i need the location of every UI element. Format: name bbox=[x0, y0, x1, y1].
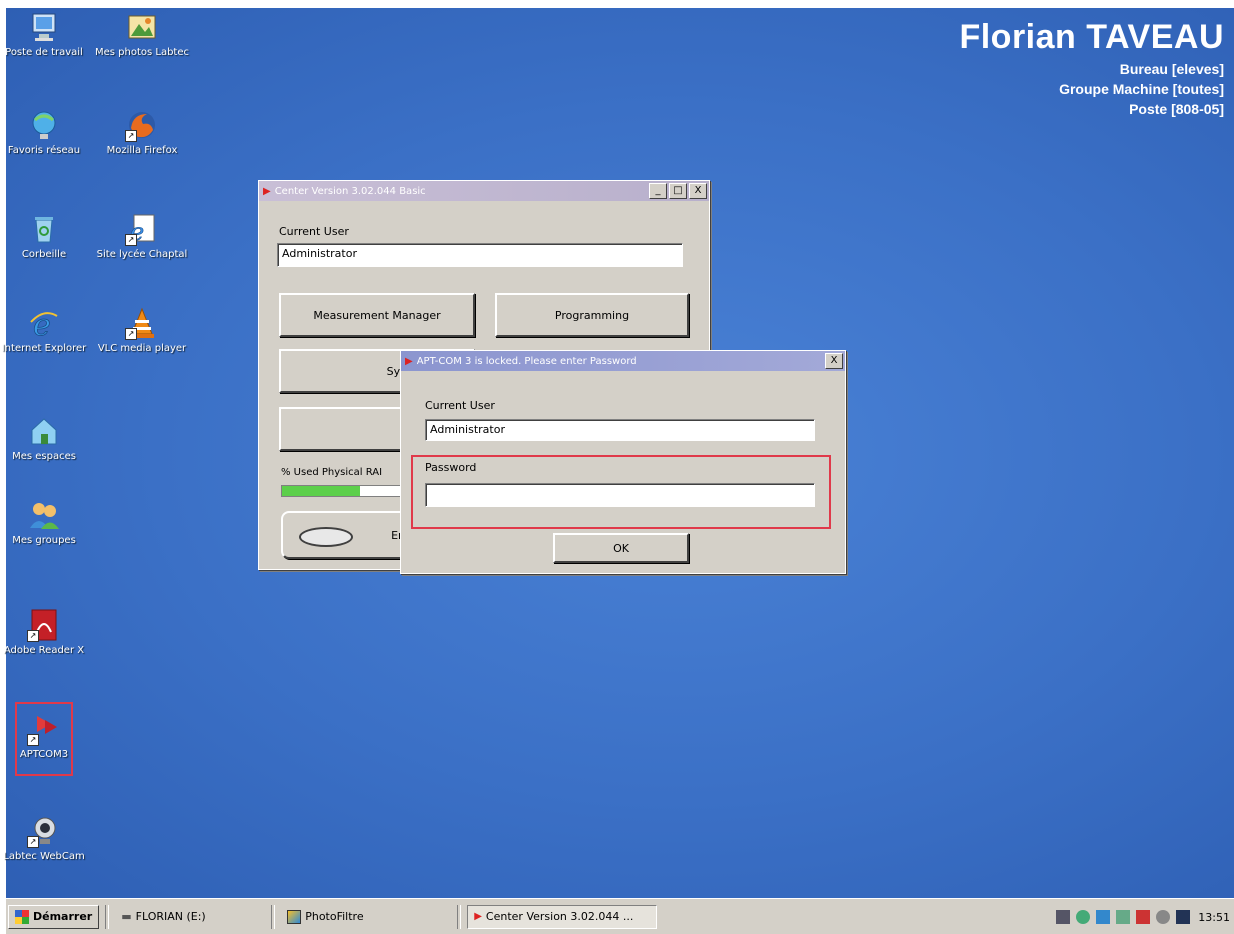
desktop-icon-label: Internet Explorer bbox=[1, 343, 87, 354]
main-window-title: Center Version 3.02.044 Basic bbox=[274, 185, 426, 197]
task-center-version[interactable]: ▶ Center Version 3.02.044 ... bbox=[467, 904, 658, 929]
main-window-titlebar[interactable]: ▶ Center Version 3.02.044 Basic _ □ X bbox=[259, 181, 709, 201]
password-dialog-title: APT-COM 3 is locked. Please enter Passwo… bbox=[416, 355, 637, 367]
bureau-label: Bureau [eleves] bbox=[1119, 61, 1224, 77]
desktop-icon-label: Mes espaces bbox=[12, 451, 76, 462]
network-icon bbox=[27, 108, 61, 142]
desktop-icon-site-lycee-chaptal[interactable]: e ↗ Site lycée Chaptal bbox=[92, 212, 192, 261]
app-logo-icon: ▶ bbox=[405, 355, 413, 367]
user-name: Florian TAVEAU bbox=[959, 18, 1224, 56]
desktop-icon-label: Labtec WebCam bbox=[3, 851, 85, 862]
tray-users-icon[interactable] bbox=[1076, 910, 1091, 924]
taskbar: Démarrer ▬ FLORIAN (E:) PhotoFiltre ▶ Ce… bbox=[6, 898, 1234, 934]
home-folder-icon bbox=[27, 414, 61, 448]
aptcom-icon: ↗ bbox=[27, 712, 61, 746]
clock: 13:51 bbox=[1198, 910, 1230, 924]
firefox-icon: ↗ bbox=[125, 108, 159, 142]
desktop-icon-favoris-reseau[interactable]: Favoris réseau bbox=[0, 108, 94, 157]
password-input[interactable] bbox=[425, 483, 815, 507]
start-button[interactable]: Démarrer bbox=[8, 904, 100, 929]
ram-usage-bar bbox=[281, 485, 413, 497]
programming-button[interactable]: Programming bbox=[495, 293, 689, 337]
windows-logo-icon bbox=[15, 909, 29, 924]
desktop-icon-label: APTCOM3 bbox=[19, 749, 69, 760]
ok-button[interactable]: OK bbox=[553, 533, 689, 563]
photofiltre-icon bbox=[287, 909, 302, 924]
maximize-button[interactable]: □ bbox=[669, 183, 687, 199]
desktop: Poste de travail Favoris réseau Corbeill… bbox=[2, 8, 1234, 898]
desktop-icon-label: Mozilla Firefox bbox=[106, 145, 178, 156]
task-photofiltre[interactable]: PhotoFiltre bbox=[281, 905, 451, 929]
system-tray: 13:51 bbox=[1056, 905, 1230, 929]
taskbar-separator bbox=[105, 904, 110, 929]
ram-usage-label: % Used Physical RAI bbox=[281, 467, 383, 478]
password-dialog-titlebar[interactable]: ▶ APT-COM 3 is locked. Please enter Pass… bbox=[401, 351, 845, 371]
start-label: Démarrer bbox=[33, 910, 93, 923]
desktop-icon-aptcom3[interactable]: ↗ APTCOM3 bbox=[0, 712, 94, 761]
task-label: Center Version 3.02.044 ... bbox=[485, 910, 634, 923]
desktop-icon-label: Poste de travail bbox=[5, 47, 83, 58]
taskbar-separator bbox=[457, 904, 462, 929]
password-label: Password bbox=[425, 461, 477, 474]
pdf-icon: ↗ bbox=[27, 608, 61, 642]
measurement-manager-button[interactable]: Measurement Manager bbox=[279, 293, 475, 337]
tray-network-icon[interactable] bbox=[1056, 910, 1071, 924]
dialog-current-user-field[interactable]: Administrator bbox=[425, 419, 815, 441]
desktop-icon-mes-espaces[interactable]: Mes espaces bbox=[0, 414, 94, 463]
desktop-icon-label: Corbeille bbox=[21, 249, 67, 260]
ram-usage-fill bbox=[282, 486, 360, 496]
desktop-icon-vlc[interactable]: ↗ VLC media player bbox=[92, 306, 192, 355]
users-icon bbox=[27, 498, 61, 532]
password-dialog: ▶ APT-COM 3 is locked. Please enter Pass… bbox=[400, 350, 846, 574]
groupe-label: Groupe Machine [toutes] bbox=[1059, 81, 1224, 97]
task-label: FLORIAN (E:) bbox=[135, 910, 206, 923]
poste-label: Poste [808-05] bbox=[1129, 101, 1224, 117]
drive-icon: ▬ bbox=[121, 910, 132, 923]
vlc-icon: ↗ bbox=[125, 306, 159, 340]
current-user-field[interactable]: Administrator bbox=[277, 243, 683, 267]
desktop-icon-label: Mes groupes bbox=[12, 535, 76, 546]
desktop-icon-mes-photos-labtec[interactable]: Mes photos Labtec bbox=[92, 10, 192, 59]
webcam-icon: ↗ bbox=[27, 814, 61, 848]
computer-icon bbox=[27, 10, 61, 44]
dialog-close-button[interactable]: X bbox=[825, 353, 843, 369]
minimize-button[interactable]: _ bbox=[649, 183, 667, 199]
desktop-icon-labtec-webcam[interactable]: ↗ Labtec WebCam bbox=[0, 814, 94, 863]
desktop-icon-internet-explorer[interactable]: e Internet Explorer bbox=[0, 306, 94, 355]
app-logo-icon: ▶ bbox=[474, 911, 482, 922]
tray-display-icon[interactable] bbox=[1176, 910, 1191, 924]
task-label: PhotoFiltre bbox=[305, 910, 364, 923]
desktop-icon-label: VLC media player bbox=[97, 343, 187, 354]
desktop-icon-corbeille[interactable]: Corbeille bbox=[0, 212, 94, 261]
desktop-icon-label: Mes photos Labtec bbox=[94, 47, 190, 58]
desktop-icon-label: Adobe Reader X bbox=[3, 645, 85, 656]
desktop-icon-mozilla-firefox[interactable]: ↗ Mozilla Firefox bbox=[92, 108, 192, 157]
tray-clock-sync-icon[interactable] bbox=[1156, 910, 1171, 924]
end-toggle-icon bbox=[299, 527, 353, 547]
app-logo-icon: ▶ bbox=[263, 185, 271, 197]
tray-search-icon[interactable] bbox=[1096, 910, 1111, 924]
task-florian-drive[interactable]: ▬ FLORIAN (E:) bbox=[115, 905, 265, 929]
tray-security-icon[interactable] bbox=[1116, 910, 1131, 924]
desktop-icon-mes-groupes[interactable]: Mes groupes bbox=[0, 498, 94, 547]
desktop-icon-adobe-reader[interactable]: ↗ Adobe Reader X bbox=[0, 608, 94, 657]
current-user-label: Current User bbox=[279, 225, 349, 238]
desktop-icon-label: Site lycée Chaptal bbox=[96, 249, 188, 260]
desktop-icon-label: Favoris réseau bbox=[7, 145, 81, 156]
dialog-current-user-label: Current User bbox=[425, 399, 495, 412]
ie-icon: e bbox=[27, 306, 61, 343]
desktop-icon-poste-de-travail[interactable]: Poste de travail bbox=[0, 10, 94, 59]
recycle-bin-icon bbox=[27, 212, 61, 246]
website-icon: e ↗ bbox=[125, 212, 159, 246]
photos-icon bbox=[125, 10, 159, 44]
taskbar-separator bbox=[271, 904, 276, 929]
user-info-panel: Florian TAVEAU Bureau [eleves] Groupe Ma… bbox=[959, 18, 1224, 117]
tray-antivirus-icon[interactable] bbox=[1136, 910, 1151, 924]
close-button[interactable]: X bbox=[689, 183, 707, 199]
